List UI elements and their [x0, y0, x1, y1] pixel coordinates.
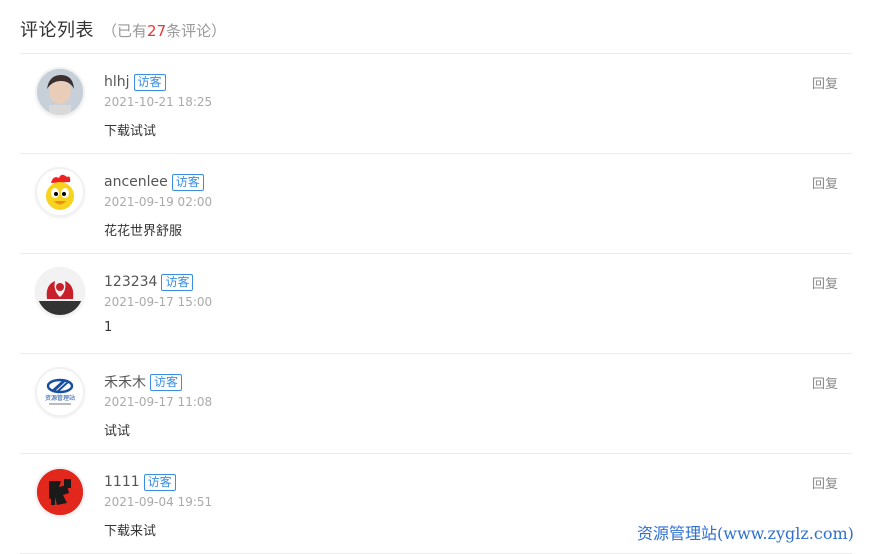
comment-author[interactable]: ancenlee	[104, 174, 168, 190]
reply-button[interactable]: 回复	[812, 73, 838, 92]
visitor-badge: 访客	[171, 173, 204, 191]
reply-button[interactable]: 回复	[812, 273, 838, 292]
watermark: 资源管理站(www.zyglz.com)	[637, 524, 854, 543]
comment-item: 123234 访客 2021-09-17 15:00 1 回复	[20, 254, 852, 354]
avatar[interactable]	[37, 69, 83, 115]
calligraphy-logo-icon	[37, 469, 83, 515]
comment-text: 花花世界舒服	[104, 224, 183, 239]
comment-date: 2021-10-21 18:25	[104, 95, 213, 109]
avatar[interactable]: 资源管理站	[37, 369, 83, 415]
comment-text: 1	[104, 320, 113, 335]
comment-list: hlhj 访客 2021-10-21 18:25 下载试试 回复 ancenle…	[20, 54, 852, 554]
comment-author[interactable]: 123234	[104, 274, 157, 290]
reply-button[interactable]: 回复	[812, 173, 838, 192]
visitor-badge: 访客	[133, 73, 166, 91]
avatar[interactable]	[37, 169, 83, 215]
person-photo-icon	[37, 69, 83, 115]
paren-close: ）	[211, 22, 227, 40]
comment-date: 2021-09-19 02:00	[104, 195, 213, 209]
red-emblem-icon	[37, 269, 83, 315]
comment-author[interactable]: 1111	[104, 474, 140, 490]
cartoon-chick-icon	[37, 169, 83, 215]
comment-item: hlhj 访客 2021-10-21 18:25 下载试试 回复	[20, 54, 852, 154]
paren-open: （	[102, 22, 118, 40]
comment-author[interactable]: hlhj	[104, 74, 130, 90]
comment-count-label: （已有27条评论）	[102, 20, 226, 41]
site-logo-icon: 资源管理站	[37, 369, 83, 415]
avatar[interactable]	[37, 269, 83, 315]
comment-count: 27	[147, 22, 167, 40]
comments-header: 评论列表 （已有27条评论）	[20, 16, 226, 42]
reply-button[interactable]: 回复	[812, 473, 838, 492]
count-suffix: 条评论	[166, 22, 212, 40]
comment-author[interactable]: 禾禾木	[104, 372, 146, 392]
logo-text: 资源管理站	[45, 394, 75, 402]
count-prefix: 已有	[117, 22, 148, 40]
visitor-badge: 访客	[143, 473, 176, 491]
comment-item: ancenlee 访客 2021-09-19 02:00 花花世界舒服 回复	[20, 154, 852, 254]
visitor-badge: 访客	[150, 373, 183, 391]
visitor-badge: 访客	[161, 273, 194, 291]
comment-text: 下载试试	[104, 124, 157, 139]
comment-date: 2021-09-17 11:08	[104, 395, 213, 409]
page-title: 评论列表	[20, 20, 94, 41]
comment-date: 2021-09-04 19:51	[104, 495, 213, 509]
comment-text: 试试	[104, 424, 131, 439]
comment-item: 资源管理站 禾禾木 访客 2021-09-17 11:08 试试 回复	[20, 354, 852, 454]
reply-button[interactable]: 回复	[812, 373, 838, 392]
comment-date: 2021-09-17 15:00	[104, 295, 213, 309]
avatar[interactable]	[37, 469, 83, 515]
